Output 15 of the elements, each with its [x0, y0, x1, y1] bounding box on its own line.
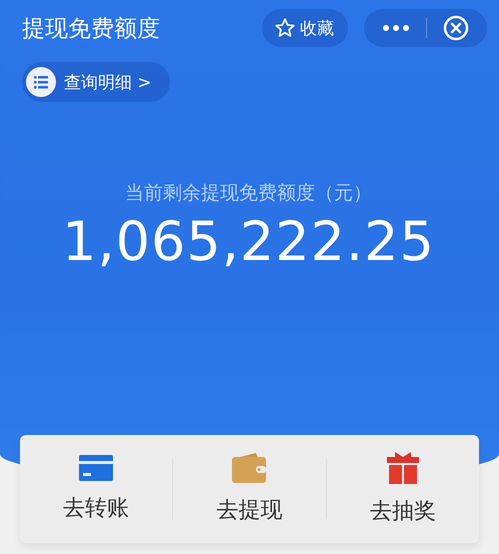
balance-amount: 1,065,222.25 [62, 210, 435, 273]
more-icon [382, 24, 410, 32]
card-icon [79, 455, 114, 481]
balance-label: 当前剩余提现免费额度（元） [125, 181, 372, 206]
wallet-icon [232, 453, 266, 483]
action-button[interactable]: 去抽奖 [326, 440, 479, 538]
details-link[interactable]: 查询明细 > [22, 62, 170, 102]
list-icon [26, 67, 56, 97]
action-button[interactable]: 去提现 [173, 441, 326, 537]
close-icon [443, 15, 469, 41]
favorite-button[interactable]: 收藏 [262, 9, 348, 47]
gift-icon [386, 452, 419, 484]
star-icon [274, 17, 296, 39]
action-button[interactable]: 去转账 [20, 443, 172, 535]
page-title: 提现免费额度 [22, 14, 161, 44]
